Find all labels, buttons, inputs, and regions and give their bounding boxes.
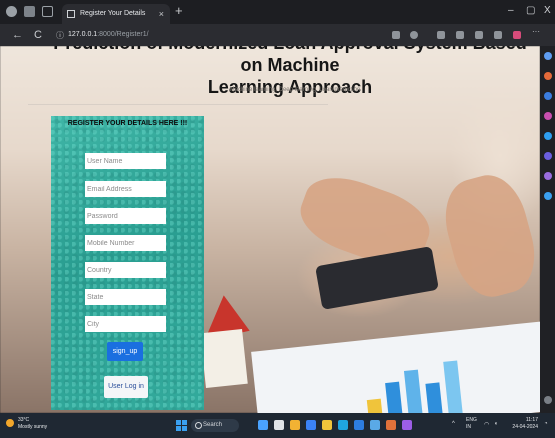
background-house xyxy=(200,328,248,389)
form-heading: REGISTER YOUR DETAILS HERE !!! xyxy=(67,120,188,127)
tray-chevron-icon[interactable]: ^ xyxy=(452,421,455,427)
wifi-icon[interactable]: ◠ xyxy=(484,421,489,428)
new-tab-button[interactable]: + xyxy=(175,4,183,18)
tab-register[interactable]: Register Your Details × xyxy=(62,4,170,24)
page-icon xyxy=(67,10,75,18)
refresh-button[interactable]: C xyxy=(34,28,42,42)
shopping-icon[interactable] xyxy=(544,72,552,80)
vscode-icon[interactable] xyxy=(402,420,412,430)
background-bar xyxy=(425,382,444,413)
designer-icon[interactable] xyxy=(544,172,552,180)
tray-lang: ENG xyxy=(466,417,477,423)
address-path: :8000/Register1/ xyxy=(97,31,149,38)
weather-widget[interactable]: 33°C Mostly sunny xyxy=(6,417,47,431)
browser-essentials-icon[interactable] xyxy=(513,31,521,39)
read-aloud-icon[interactable] xyxy=(392,31,400,39)
mobile-input[interactable] xyxy=(85,235,166,251)
register-form: REGISTER YOUR DETAILS HERE !!! sign_up U… xyxy=(51,116,204,410)
file-explorer-icon[interactable] xyxy=(290,420,300,430)
page-viewport: Prediction of Modernized Loan Approval S… xyxy=(0,46,540,413)
browser-navbar: ← C ⓘ 127.0.0.1:8000/Register1/ ··· xyxy=(0,24,555,46)
add-app-icon[interactable] xyxy=(544,192,552,200)
background-bar xyxy=(403,369,424,413)
windows-start-icon[interactable] xyxy=(176,420,187,431)
widgets-icon[interactable] xyxy=(258,420,268,430)
office-icon[interactable] xyxy=(544,152,552,160)
task-view-icon[interactable] xyxy=(274,420,284,430)
clock-date: 24-04-2024 xyxy=(512,424,538,430)
edge-icon[interactable] xyxy=(306,420,316,430)
user-name-input[interactable] xyxy=(85,153,166,169)
taskbar-search[interactable]: Search xyxy=(191,419,239,432)
more-menu-icon[interactable]: ··· xyxy=(532,27,540,36)
minimize-button[interactable]: – xyxy=(508,5,514,16)
sign-up-button[interactable]: sign_up xyxy=(107,342,143,361)
chrome-icon[interactable] xyxy=(354,420,364,430)
clock-time: 11:17 xyxy=(525,417,538,423)
page-subtitle: Machine learning, Deep learning, Loan pr… xyxy=(229,87,361,93)
tab-close-button[interactable]: × xyxy=(159,4,164,24)
app-icon[interactable] xyxy=(386,420,396,430)
country-input[interactable] xyxy=(85,262,166,278)
favorite-icon[interactable] xyxy=(410,31,418,39)
user-login-button[interactable]: User Log in xyxy=(104,376,148,398)
volume-icon[interactable]: ◖ xyxy=(494,421,498,427)
search-icon xyxy=(195,422,202,429)
email-input[interactable] xyxy=(85,181,166,197)
background-bar xyxy=(385,381,404,413)
workspaces-icon[interactable] xyxy=(24,6,35,17)
browser-tabbar: Register Your Details × + – ▢ X xyxy=(0,0,555,24)
info-icon[interactable]: ⓘ xyxy=(56,29,64,43)
tab-title: Register Your Details xyxy=(80,10,146,17)
settings-app-icon[interactable] xyxy=(370,420,380,430)
address-bar[interactable]: 127.0.0.1:8000/Register1/ xyxy=(68,28,156,42)
folder-icon[interactable] xyxy=(322,420,332,430)
tray-region: IN xyxy=(466,424,471,430)
tab-actions-icon[interactable] xyxy=(42,6,53,17)
taskbar: 33°C Mostly sunny Search ^ ENG IN ◠ ◖ 11… xyxy=(0,413,555,438)
address-host: 127.0.0.1 xyxy=(68,31,98,38)
page-title-line1: Prediction of Modernized Loan Approval S… xyxy=(53,46,526,75)
profile-icon[interactable] xyxy=(6,6,17,17)
city-input[interactable] xyxy=(85,316,166,332)
taskbar-search-label: Search xyxy=(203,422,223,428)
background-bar xyxy=(443,360,464,413)
games-icon[interactable] xyxy=(544,112,552,120)
extensions-icon[interactable] xyxy=(437,31,445,39)
store-icon[interactable] xyxy=(338,420,348,430)
clock[interactable]: 11:17 24-04-2024 xyxy=(510,417,538,431)
password-input[interactable] xyxy=(85,208,166,224)
background-bar xyxy=(366,398,384,413)
browser-sidebar xyxy=(540,46,555,413)
collections-icon[interactable] xyxy=(494,31,502,39)
state-input[interactable] xyxy=(85,289,166,305)
split-screen-icon[interactable] xyxy=(456,31,464,39)
sun-icon xyxy=(6,419,14,427)
close-window-button[interactable]: X xyxy=(544,5,551,16)
maximize-button[interactable]: ▢ xyxy=(526,5,535,16)
back-button[interactable]: ← xyxy=(12,28,23,42)
language-indicator[interactable]: ENG IN xyxy=(466,417,477,431)
search-icon[interactable] xyxy=(544,52,552,60)
settings-icon[interactable] xyxy=(544,396,552,404)
notification-icon[interactable]: ◔ xyxy=(544,421,548,427)
divider xyxy=(28,104,328,105)
tools-icon[interactable] xyxy=(544,92,552,100)
favorites-icon[interactable] xyxy=(475,31,483,39)
outlook-icon[interactable] xyxy=(544,132,552,140)
